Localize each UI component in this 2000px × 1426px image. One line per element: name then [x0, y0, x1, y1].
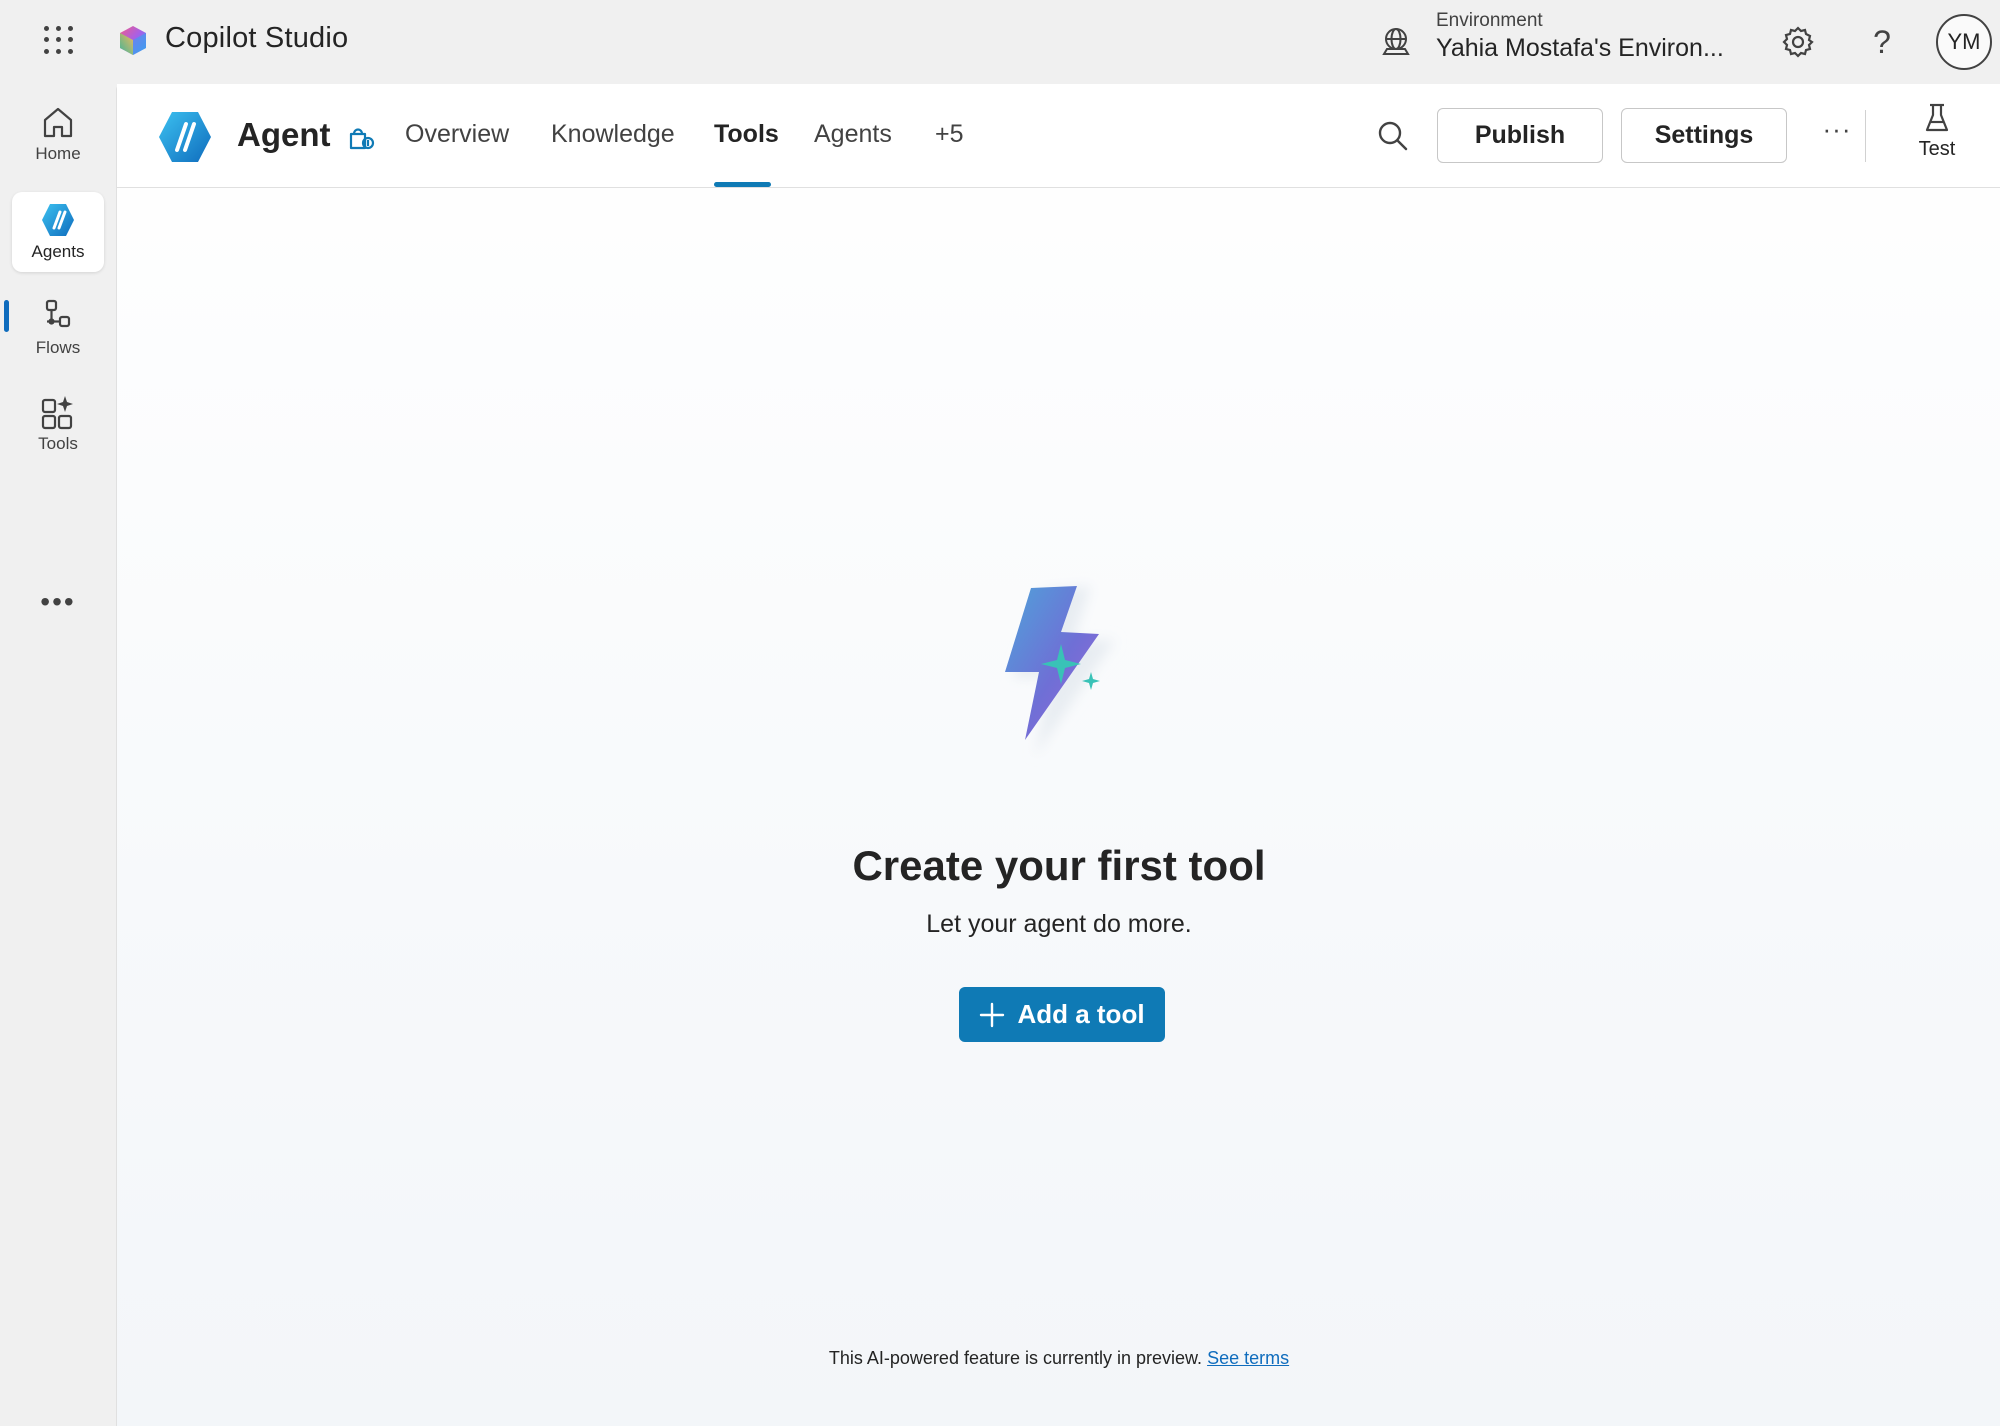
agent-logo-icon: [159, 112, 211, 162]
preview-notice: This AI-powered feature is currently in …: [117, 1348, 2000, 1369]
tab-tools[interactable]: Tools: [714, 120, 779, 149]
rail-item-label: Tools: [38, 434, 78, 453]
rail-item-agents[interactable]: Agents: [12, 192, 104, 272]
publish-button[interactable]: Publish: [1437, 108, 1603, 163]
empty-state-title: Create your first tool: [852, 842, 1266, 889]
rail-item-flows[interactable]: Flows: [12, 288, 104, 368]
add-tool-button-label: Add a tool: [1017, 999, 1145, 1029]
more-options-icon[interactable]: ···: [1817, 114, 1857, 150]
lightning-sparkle-illustration: [1005, 586, 1115, 756]
tab-agents[interactable]: Agents: [814, 120, 892, 149]
search-icon[interactable]: [1375, 118, 1411, 154]
agent-shared-icon[interactable]: [345, 122, 377, 154]
flask-icon: [1925, 103, 1949, 132]
empty-state-subtitle: Let your agent do more.: [926, 910, 1192, 938]
environment-picker[interactable]: Yahia Mostafa's Environ...: [1436, 34, 1724, 63]
help-icon[interactable]: ?: [1862, 22, 1902, 62]
active-tab-indicator: [714, 182, 771, 187]
agents-icon: [42, 204, 74, 236]
tab-knowledge[interactable]: Knowledge: [551, 120, 675, 149]
agent-name: Agent: [237, 116, 331, 153]
settings-button[interactable]: Settings: [1621, 108, 1787, 163]
environment-icon[interactable]: [1378, 24, 1414, 60]
user-avatar[interactable]: YM: [1936, 14, 1992, 70]
flows-icon: [45, 299, 71, 328]
header-divider: [1865, 110, 1866, 162]
tools-icon: [41, 396, 73, 430]
rail-item-label: Agents: [31, 242, 85, 261]
top-app-bar: Copilot Studio Environment Yahia Mostafa…: [0, 0, 2000, 84]
test-button-label: Test: [1918, 138, 1956, 160]
main-panel: Agent Overview Knowledge Tools Agents +5…: [116, 84, 2000, 1426]
rail-item-label: Flows: [35, 338, 81, 357]
app-title: Copilot Studio: [165, 22, 349, 54]
home-icon: [43, 107, 73, 138]
gear-icon[interactable]: [1778, 22, 1818, 62]
left-nav-rail: Home Agents Flows Tools •••: [0, 84, 116, 1426]
rail-item-home[interactable]: Home: [12, 94, 104, 174]
tab-overview[interactable]: Overview: [405, 120, 509, 149]
tab-more-overflow[interactable]: +5: [935, 120, 964, 149]
agent-header: Agent Overview Knowledge Tools Agents +5…: [117, 84, 2000, 188]
rail-active-indicator: [4, 300, 9, 332]
add-tool-button[interactable]: Add a tool: [959, 987, 1165, 1042]
app-launcher-icon[interactable]: [36, 20, 76, 60]
preview-notice-text: This AI-powered feature is currently in …: [828, 1348, 1203, 1368]
rail-more-icon[interactable]: •••: [30, 588, 86, 618]
copilot-studio-logo: [120, 26, 146, 55]
rail-item-label: Home: [35, 144, 81, 163]
rail-item-tools[interactable]: Tools: [12, 384, 104, 464]
environment-label: Environment: [1436, 10, 1543, 31]
plus-icon: [980, 1002, 1005, 1027]
see-terms-link[interactable]: See terms: [1207, 1348, 1289, 1368]
test-button[interactable]: Test: [1901, 102, 1973, 174]
